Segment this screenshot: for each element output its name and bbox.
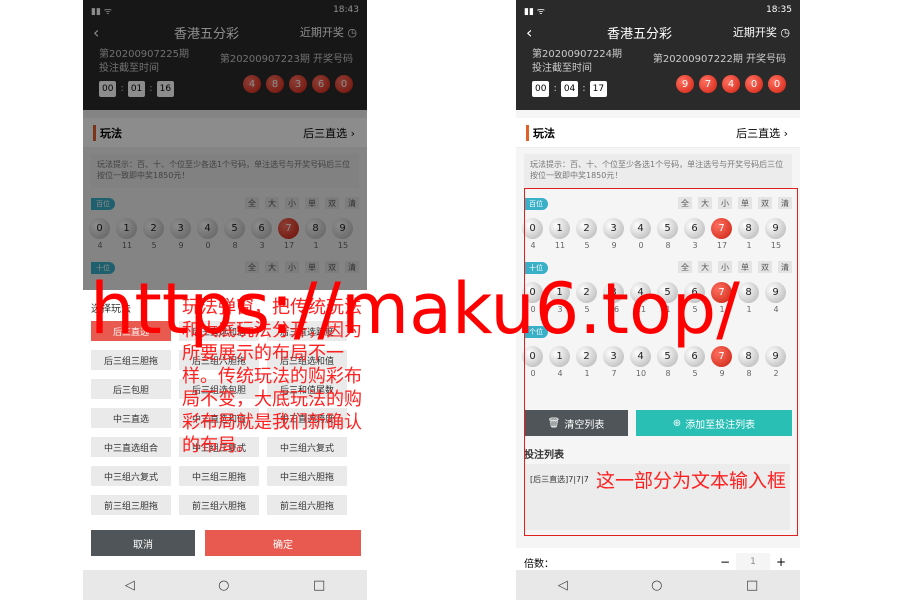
countdown-timer: 00: 04: 17 bbox=[532, 81, 622, 97]
status-time: 18:35 bbox=[766, 5, 792, 15]
title-bar: ‹ 香港五分彩 近期开奖 ◷ bbox=[516, 20, 800, 44]
multiplier-label: 倍数： bbox=[524, 558, 554, 570]
play-option[interactable]: 前三组六胆拖 bbox=[179, 495, 259, 515]
timer-mm: 04 bbox=[560, 81, 579, 97]
play-option[interactable]: 中三组六复式 bbox=[91, 466, 171, 486]
signal-icons: ▮▮ ᯤ bbox=[524, 6, 545, 17]
nav-home-icon[interactable]: ○ bbox=[651, 578, 662, 593]
plus-button[interactable]: + bbox=[770, 553, 792, 571]
result-ball: 0 bbox=[768, 75, 786, 93]
nav-recent-icon[interactable]: □ bbox=[313, 578, 325, 593]
result-ball: 9 bbox=[676, 75, 694, 93]
play-option[interactable]: 后三包胆 bbox=[91, 379, 171, 399]
nav-back-icon[interactable]: ◁ bbox=[558, 578, 568, 593]
nav-recent-icon[interactable]: □ bbox=[746, 578, 758, 593]
draw-header: 第20200907224期 投注截至时间 00: 04: 17 第2020090… bbox=[516, 44, 800, 110]
play-option[interactable]: 前三组六胆拖 bbox=[267, 495, 347, 515]
deadline-label: 投注截至时间 bbox=[532, 63, 592, 74]
play-selector[interactable]: 玩法 后三直选 › bbox=[516, 118, 800, 148]
cancel-button[interactable]: 取消 bbox=[91, 530, 195, 556]
option-row: 前三组三胆拖 前三组六胆拖 前三组六胆拖 bbox=[91, 495, 359, 515]
nav-back-icon[interactable]: ◁ bbox=[125, 578, 135, 593]
play-option[interactable]: 中三组六胆拖 bbox=[267, 466, 347, 486]
watermark-url: https://maku6.top/ bbox=[90, 268, 740, 350]
last-numbers: 9 7 4 0 0 bbox=[653, 75, 786, 93]
android-nav-bar: ◁ ○ □ bbox=[516, 570, 800, 600]
play-value: 后三直选 › bbox=[736, 126, 788, 140]
clock-icon: ◷ bbox=[780, 26, 790, 39]
confirm-button[interactable]: 确定 bbox=[205, 530, 361, 556]
recent-draws-link[interactable]: 近期开奖 ◷ bbox=[733, 24, 790, 40]
result-ball: 7 bbox=[699, 75, 717, 93]
nav-home-icon[interactable]: ○ bbox=[218, 578, 229, 593]
status-bar: ▮▮ ᯤ 18:35 bbox=[516, 0, 800, 20]
play-option[interactable]: 前三组三胆拖 bbox=[91, 495, 171, 515]
play-label: 玩法 bbox=[526, 124, 555, 141]
back-icon[interactable]: ‹ bbox=[526, 23, 546, 42]
timer-ss: 17 bbox=[589, 81, 608, 97]
option-row: 中三组六复式 中三组三胆拖 中三组六胆拖 bbox=[91, 466, 359, 486]
play-option[interactable]: 中三组三胆拖 bbox=[179, 466, 259, 486]
play-value-text: 后三直选 bbox=[736, 126, 781, 140]
annotation-right: 这一部分为文本输入框 bbox=[596, 470, 787, 492]
multiplier-input[interactable]: 1 bbox=[736, 553, 770, 571]
current-issue: 第20200907224期 bbox=[532, 49, 622, 60]
result-ball: 0 bbox=[745, 75, 763, 93]
recent-label: 近期开奖 bbox=[732, 26, 777, 39]
android-nav-bar: ◁ ○ □ bbox=[83, 570, 367, 600]
page-title: 香港五分彩 bbox=[606, 26, 672, 42]
play-option[interactable]: 中三直选组合 bbox=[91, 437, 171, 457]
timer-hh: 00 bbox=[532, 81, 550, 97]
last-issue: 第20200907222期 开奖号码 bbox=[652, 54, 786, 65]
play-option[interactable]: 后三组三胆拖 bbox=[91, 350, 171, 370]
multiplier-stepper: − 1 + bbox=[714, 553, 792, 571]
result-ball: 4 bbox=[722, 75, 740, 93]
play-tip: 玩法提示：百、十、个位至少各选1个号码，单注选号与开奖号码后三位按位一致即中奖1… bbox=[524, 154, 792, 188]
minus-button[interactable]: − bbox=[714, 553, 736, 571]
play-option[interactable]: 中三直选 bbox=[91, 408, 171, 428]
